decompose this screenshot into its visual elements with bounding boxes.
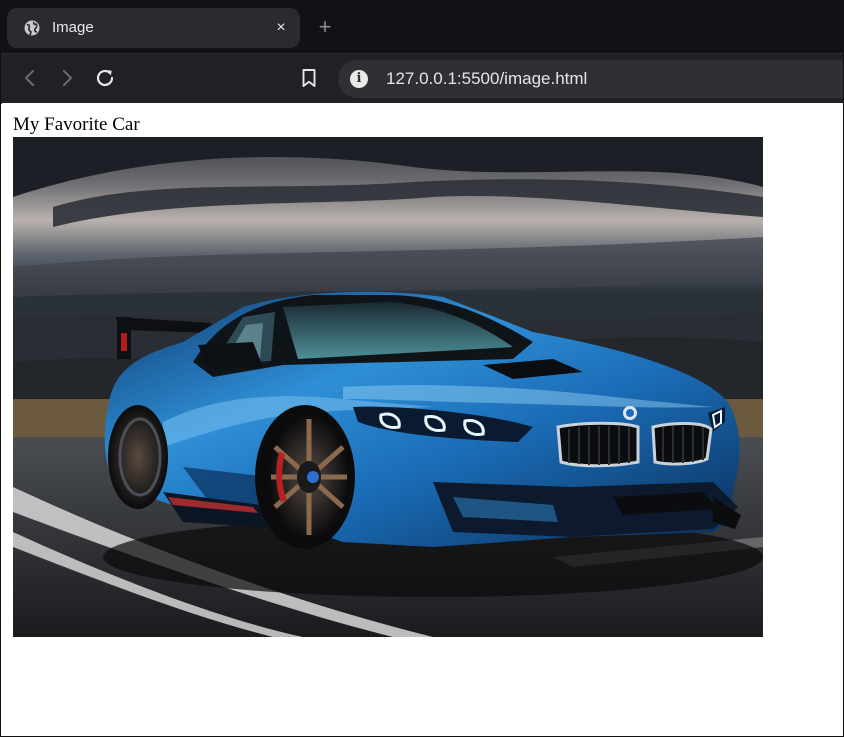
address-bar[interactable]: i 127.0.0.1:5500/image.html: [338, 60, 843, 98]
new-tab-button[interactable]: +: [313, 16, 337, 40]
close-icon[interactable]: ×: [273, 20, 289, 36]
tab-strip: Image × +: [1, 1, 843, 53]
reload-icon[interactable]: [93, 66, 117, 90]
car-photo-illustration: [13, 137, 763, 637]
page-caption: My Favorite Car: [13, 114, 140, 135]
chevron-right-icon[interactable]: [55, 66, 79, 90]
page-content: My Favorite Car: [2, 103, 843, 736]
info-icon[interactable]: i: [350, 70, 368, 88]
globe-icon: [24, 20, 40, 36]
toolbar: i 127.0.0.1:5500/image.html: [1, 53, 843, 104]
tab-title: Image: [52, 19, 94, 36]
url-host: 127.0.0.1: [386, 69, 457, 88]
browser-window: Image × + i 127.0.0.1:5500/image.html My…: [0, 0, 844, 737]
url-text[interactable]: 127.0.0.1:5500/image.html: [386, 69, 587, 89]
url-path: :5500/image.html: [456, 69, 588, 88]
car-image: [13, 137, 763, 637]
bookmark-icon[interactable]: [297, 66, 321, 90]
tab-image[interactable]: Image ×: [7, 8, 300, 48]
chevron-left-icon[interactable]: [18, 66, 42, 90]
